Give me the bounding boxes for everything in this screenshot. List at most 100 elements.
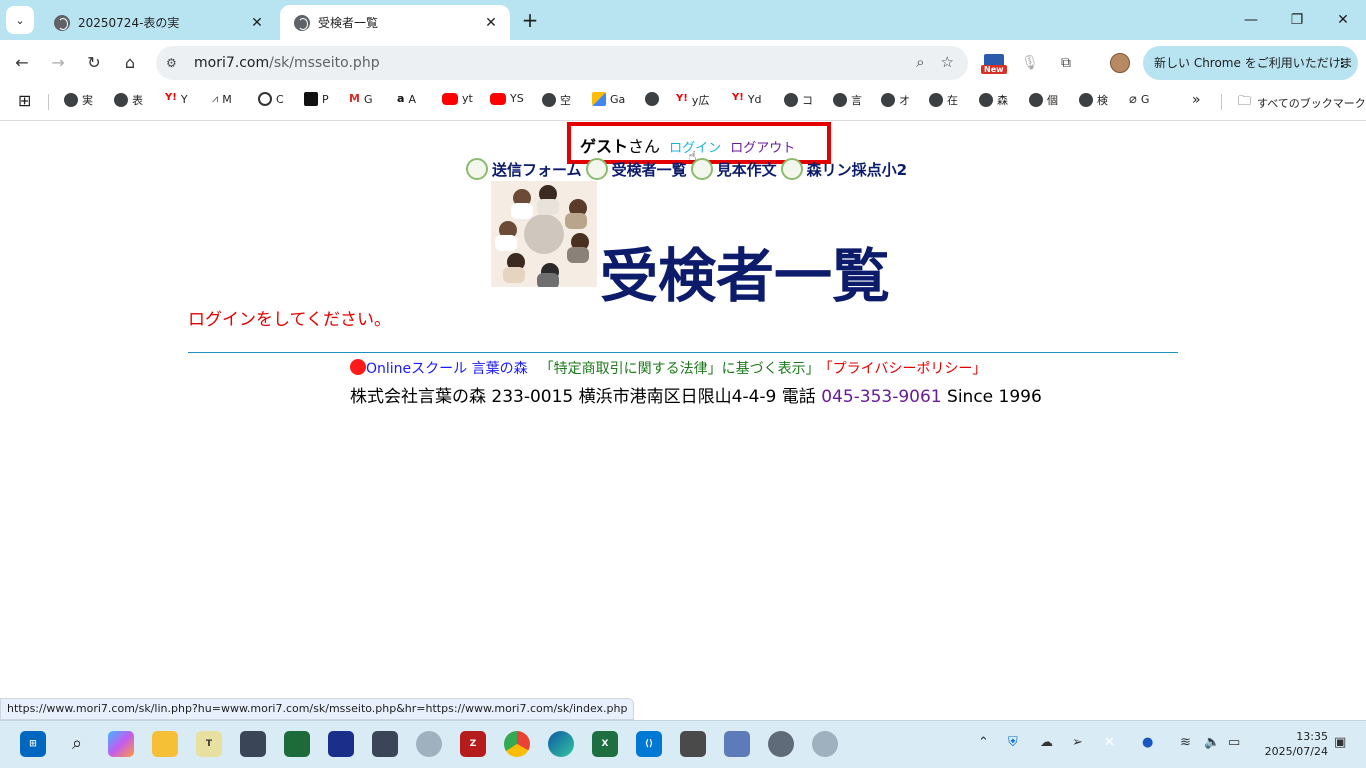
edge-icon[interactable]: [548, 731, 574, 757]
bookmark-item[interactable]: P: [304, 92, 329, 106]
lock-app-icon[interactable]: [680, 731, 706, 757]
more-bookmarks-icon[interactable]: »: [1192, 92, 1201, 108]
bookmark-item[interactable]: aA: [397, 92, 416, 106]
bookmark-item[interactable]: YS: [490, 92, 524, 105]
apps-grid-icon[interactable]: ⊞: [18, 91, 31, 110]
bookmark-item[interactable]: ⌀ G: [1129, 92, 1149, 107]
close-icon[interactable]: ✕: [248, 15, 266, 31]
tab-active[interactable]: 受検者一覧 ✕: [280, 5, 510, 40]
bookmark-item[interactable]: オ: [881, 92, 910, 108]
app-icon[interactable]: [328, 731, 354, 757]
copilot-icon[interactable]: [108, 731, 134, 757]
camera-app-icon[interactable]: [240, 731, 266, 757]
send-icon[interactable]: ➢: [1072, 735, 1083, 750]
chrome-icon[interactable]: [504, 731, 530, 757]
file-explorer-icon[interactable]: [152, 731, 178, 757]
app-icon[interactable]: [284, 731, 310, 757]
bookmark-item[interactable]: ⩘ M: [212, 92, 232, 106]
notification-icon[interactable]: ▣: [1334, 735, 1346, 750]
company-info: 株式会社言葉の森 233-0015 横浜市港南区日限山4-4-9 電話 045-…: [350, 387, 1042, 407]
minimize-button[interactable]: —: [1228, 8, 1274, 32]
settings-icon[interactable]: [768, 731, 794, 757]
reload-button[interactable]: ↻: [81, 50, 107, 76]
search-icon[interactable]: ⌕: [64, 731, 90, 757]
cloud-offline-icon[interactable]: ☁: [1040, 735, 1053, 750]
address-bar[interactable]: ⚙ mori7.com/sk/msseito.php ⌕ ☆: [156, 46, 968, 80]
globe-icon: [64, 93, 78, 107]
new-tab-button[interactable]: +: [518, 9, 542, 33]
microphone-icon[interactable]: 🎙: [1018, 52, 1042, 74]
yahoo-icon: Y!: [732, 92, 744, 103]
webcam-icon[interactable]: [812, 731, 838, 757]
back-button[interactable]: ←: [9, 50, 35, 76]
extensions-icon[interactable]: ⧉: [1054, 52, 1078, 74]
no-sign-icon: ⌀: [1129, 92, 1137, 107]
bookmark-item[interactable]: 在: [929, 92, 958, 108]
security-shield-icon[interactable]: ⛨: [1008, 735, 1018, 750]
bookmark-item[interactable]: コ: [784, 92, 813, 108]
chevron-up-icon[interactable]: ⌃: [978, 735, 989, 750]
globe-icon: [1079, 93, 1093, 107]
kebab-menu-icon[interactable]: ⋮: [1336, 46, 1348, 80]
screenshot-extension-icon[interactable]: New: [981, 52, 1007, 76]
volume-icon[interactable]: 🔈: [1204, 735, 1220, 750]
globe-icon: [542, 93, 556, 107]
nav-examinee-list[interactable]: 受検者一覧: [612, 159, 687, 180]
star-icon[interactable]: ☆: [941, 53, 954, 71]
tab-inactive[interactable]: 20250724-表の実 ✕: [40, 5, 276, 40]
restore-button[interactable]: ❐: [1274, 8, 1320, 32]
bookmark-item[interactable]: Y! Yd: [732, 92, 762, 106]
close-window-button[interactable]: ✕: [1320, 8, 1366, 32]
cross-icon[interactable]: ✕: [1104, 735, 1115, 750]
tokushoho-link[interactable]: 「特定商取引に関する法律」に基づく表示」: [540, 361, 820, 377]
status-url-bubble: https://www.mori7.com/sk/lin.php?hu=www.…: [0, 698, 635, 720]
webcam-icon[interactable]: [416, 731, 442, 757]
nav-morirn-grading[interactable]: 森リン採点小2: [807, 159, 907, 180]
nav-sample-essay[interactable]: 見本作文: [717, 159, 777, 180]
bookmark-item[interactable]: yt: [442, 92, 473, 105]
bookmark-item[interactable]: 個: [1029, 92, 1058, 108]
bookmark-item[interactable]: C: [258, 92, 284, 106]
app-tray-icon[interactable]: ●: [1142, 735, 1153, 750]
tab-title: 20250724-表の実: [78, 16, 180, 30]
battery-icon[interactable]: ▭: [1228, 735, 1240, 750]
bookmark-item[interactable]: 検: [1079, 92, 1108, 108]
app-icon[interactable]: [724, 731, 750, 757]
filezilla-icon[interactable]: Z: [460, 731, 486, 757]
vscode-icon[interactable]: ⟨⟩: [636, 731, 662, 757]
bookmark-item[interactable]: 森: [979, 92, 1008, 108]
all-bookmarks-folder[interactable]: 🗀 すべてのブックマーク: [1238, 92, 1366, 114]
privacy-policy-link[interactable]: 「プライバシーポリシー」: [826, 361, 987, 377]
mountain-icon: ⩘: [212, 92, 219, 105]
bookmark-item[interactable]: 実: [64, 92, 93, 108]
logout-link[interactable]: ログアウト: [730, 141, 795, 156]
tab-search-button[interactable]: ⌄: [6, 6, 34, 34]
wifi-icon[interactable]: ≋: [1180, 735, 1191, 750]
bookmark-item[interactable]: MG: [349, 92, 372, 106]
bookmark-item[interactable]: 表: [114, 92, 143, 108]
camera-app-icon[interactable]: [372, 731, 398, 757]
bookmark-item[interactable]: 空: [542, 92, 571, 108]
home-button[interactable]: ⌂: [117, 50, 143, 76]
clock[interactable]: 13:35 2025/07/24: [1258, 729, 1328, 759]
profile-avatar[interactable]: [1110, 53, 1130, 73]
zoom-icon[interactable]: ⌕: [916, 53, 924, 71]
globe-icon: [1029, 93, 1043, 107]
site-info-icon[interactable]: ⚙: [166, 56, 184, 70]
online-school-link[interactable]: Onlineスクール 言葉の森: [366, 361, 528, 377]
phone-link[interactable]: 045-353-9061: [821, 387, 941, 407]
excel-icon[interactable]: X: [592, 731, 618, 757]
forward-button[interactable]: →: [45, 50, 71, 76]
chrome-update-button[interactable]: 新しい Chrome をご利用いただけます ⋮: [1143, 46, 1358, 104]
bookmark-item[interactable]: Y! Y: [165, 92, 188, 106]
nav-send-form[interactable]: 送信フォーム: [492, 159, 582, 180]
folder-icon: 🗀: [1238, 94, 1252, 109]
bookmark-item[interactable]: Y! y広: [676, 92, 709, 108]
start-button[interactable]: ⊞: [20, 731, 46, 757]
bookmark-item[interactable]: Ga: [592, 92, 625, 106]
close-icon[interactable]: ✕: [482, 15, 500, 31]
bookmark-item[interactable]: 言: [833, 92, 862, 108]
text-editor-icon[interactable]: T: [196, 731, 222, 757]
amazon-icon: a: [397, 92, 405, 105]
bookmark-item[interactable]: [645, 92, 663, 106]
